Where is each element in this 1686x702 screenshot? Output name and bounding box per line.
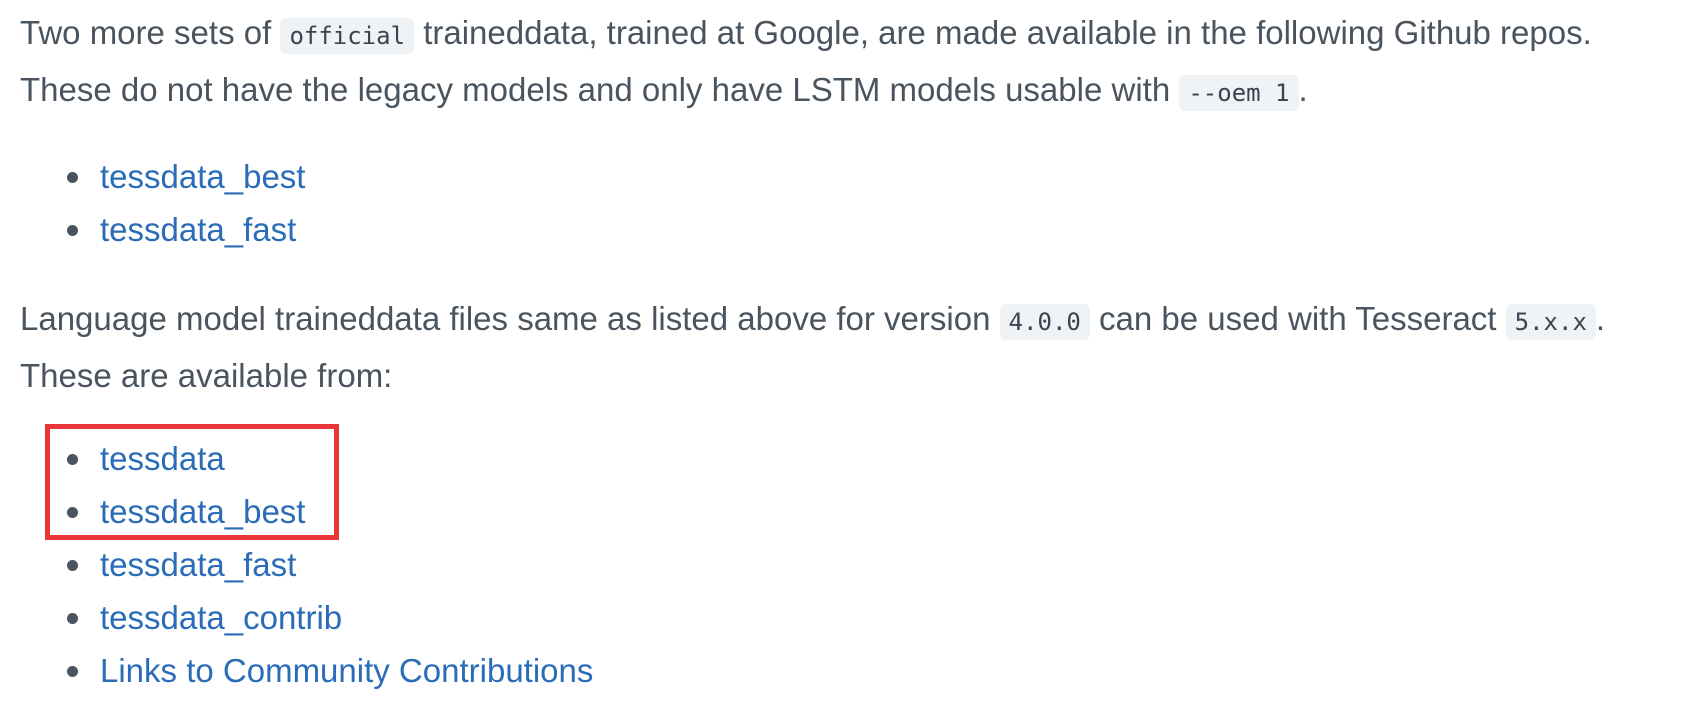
link-tessdata-contrib[interactable]: tessdata_contrib xyxy=(100,599,342,636)
paragraph-text: Two more sets of xyxy=(20,14,281,51)
bullet-icon xyxy=(67,225,78,236)
link-tessdata-best[interactable]: tessdata_best xyxy=(100,493,305,530)
bullet-icon xyxy=(67,666,78,677)
paragraph-text: Language model traineddata files same as… xyxy=(20,300,1000,337)
inline-code-official: official xyxy=(280,18,415,54)
bullet-icon xyxy=(67,454,78,465)
inline-code-version: 4.0.0 xyxy=(999,304,1090,340)
available-sources-list: tessdata tessdata_best tessdata_fast tes… xyxy=(20,432,1670,697)
link-tessdata-fast[interactable]: tessdata_fast xyxy=(100,211,296,248)
link-tessdata-best[interactable]: tessdata_best xyxy=(100,158,305,195)
paragraph-text: can be used with Tesseract xyxy=(1089,300,1506,337)
list-item: tessdata_fast xyxy=(67,538,1670,591)
google-repos-list: tessdata_best tessdata_fast xyxy=(20,150,1670,256)
document-body: Two more sets of official traineddata, t… xyxy=(20,0,1670,697)
list-item: tessdata_best xyxy=(67,150,1670,203)
bullet-icon xyxy=(67,613,78,624)
bullet-icon xyxy=(67,172,78,183)
inline-code-tesseract-version: 5.x.x xyxy=(1505,304,1596,340)
list-item: tessdata_fast xyxy=(67,203,1670,256)
language-model-paragraph: Language model traineddata files same as… xyxy=(20,292,1670,402)
list-item: tessdata_contrib xyxy=(67,591,1670,644)
bullet-icon xyxy=(67,507,78,518)
list-item: tessdata xyxy=(67,432,1670,485)
link-tessdata-fast[interactable]: tessdata_fast xyxy=(100,546,296,583)
link-tessdata[interactable]: tessdata xyxy=(100,440,225,477)
bullet-icon xyxy=(67,560,78,571)
link-community-contributions[interactable]: Links to Community Contributions xyxy=(100,652,593,689)
paragraph-text: . xyxy=(1298,71,1308,108)
list-item: tessdata_best xyxy=(67,485,1670,538)
inline-code-oem: --oem 1 xyxy=(1179,75,1299,111)
list-item: Links to Community Contributions xyxy=(67,644,1670,697)
intro-paragraph: Two more sets of official traineddata, t… xyxy=(20,6,1670,120)
